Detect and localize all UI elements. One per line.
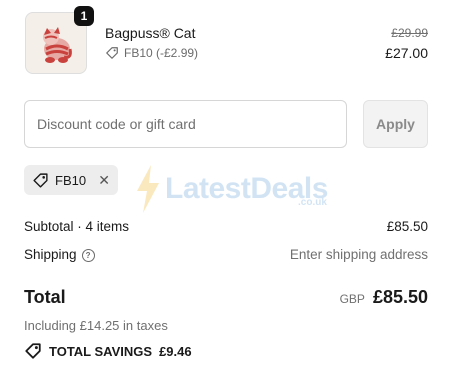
total-amount-wrap: GBP £85.50 (340, 287, 428, 308)
product-name: Bagpuss® Cat (105, 25, 196, 41)
watermark-sub: .co.uk (298, 197, 327, 208)
currency-code: GBP (339, 292, 365, 306)
tag-icon (33, 172, 48, 188)
shipping-label-wrap: Shipping? (24, 247, 95, 262)
original-price: £29.99 (391, 26, 428, 40)
help-icon[interactable]: ? (81, 248, 95, 262)
watermark-logo: LatestDeals .co.uk (135, 165, 328, 213)
subtotal-label: Subtotal · 4 items (24, 219, 130, 234)
total-savings: TOTAL SAVINGS £9.46 (24, 342, 192, 360)
subtotal-row: Subtotal · 4 items £85.50 (24, 219, 428, 234)
total-label: Total (24, 287, 66, 307)
product-discount: FB10 (-£2.99) (105, 46, 198, 60)
taxes-note: Including £14.25 in taxes (24, 318, 168, 333)
shipping-row: Shipping? Enter shipping address (24, 247, 428, 262)
product-discount-label: FB10 (-£2.99) (124, 46, 199, 60)
total-amount: £85.50 (372, 287, 428, 307)
tag-icon (25, 343, 41, 359)
discounted-price: £27.00 (385, 45, 428, 61)
subtotal-value: £85.50 (386, 219, 428, 234)
shipping-value: Enter shipping address (289, 247, 428, 262)
lightning-icon (137, 165, 159, 213)
close-icon[interactable]: ✕ (98, 172, 110, 189)
product-thumbnail: 1 (25, 6, 94, 74)
tag-icon (106, 47, 118, 59)
quantity-badge: 1 (74, 6, 94, 26)
line-item: 1 Bagpuss® Cat FB10 (-£2.99) £29.99 £27.… (25, 6, 428, 74)
savings-value: £9.46 (159, 343, 192, 359)
shipping-label: Shipping (24, 247, 77, 262)
discount-code-input[interactable] (24, 100, 347, 148)
applied-code-label: FB10 (55, 172, 87, 188)
savings-label: TOTAL SAVINGS (49, 343, 153, 359)
apply-button[interactable]: Apply (363, 100, 428, 148)
applied-discount-chip: FB10 ✕ (24, 165, 118, 195)
